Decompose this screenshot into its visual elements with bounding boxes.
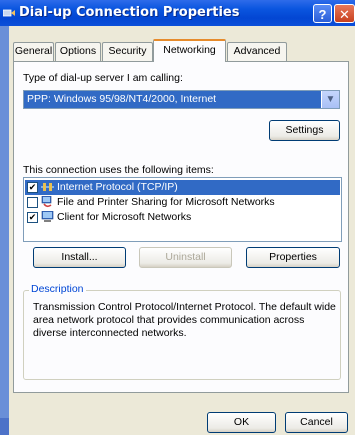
dialup-connection-icon [3, 9, 15, 17]
window-frame-left [0, 26, 9, 435]
tab-general[interactable]: General [13, 42, 54, 61]
list-item[interactable]: ✔ Internet Protocol (TCP/IP) [25, 180, 340, 195]
help-button[interactable]: ? [313, 4, 332, 23]
checkbox[interactable]: ✔ [27, 212, 38, 223]
title-bar[interactable]: Dial-up Connection Properties ? ✕ [0, 0, 355, 26]
components-label: This connection uses the following items… [23, 164, 214, 176]
list-item-label: File and Printer Sharing for Microsoft N… [57, 196, 275, 208]
network-client-icon [41, 211, 54, 222]
list-item[interactable]: File and Printer Sharing for Microsoft N… [25, 195, 340, 210]
file-printer-sharing-icon [41, 196, 52, 208]
description-text: Transmission Control Protocol/Internet P… [33, 301, 336, 339]
checkbox[interactable]: ✔ [27, 182, 38, 193]
description-title: Description [29, 283, 86, 295]
server-type-label: Type of dial-up server I am calling: [23, 72, 183, 84]
components-list[interactable]: ✔ Internet Protocol (TCP/IP) File and Pr… [23, 177, 342, 242]
window-frame-corner [0, 418, 9, 435]
ok-button[interactable]: OK [207, 412, 276, 433]
list-item-label: Client for Microsoft Networks [57, 211, 192, 223]
list-item[interactable]: ✔ Client for Microsoft Networks [25, 210, 340, 225]
tab-networking[interactable]: Networking [153, 39, 226, 62]
checkbox[interactable] [27, 197, 38, 208]
close-button[interactable]: ✕ [334, 4, 355, 23]
cancel-button[interactable]: Cancel [285, 412, 348, 433]
tab-advanced[interactable]: Advanced [227, 42, 287, 61]
install-button[interactable]: Install... [33, 247, 126, 268]
tab-options[interactable]: Options [55, 42, 101, 61]
chevron-down-icon[interactable]: ▼ [321, 91, 339, 108]
window-title: Dial-up Connection Properties [19, 5, 240, 20]
list-item-label: Internet Protocol (TCP/IP) [57, 181, 178, 193]
server-type-dropdown[interactable]: PPP: Windows 95/98/NT4/2000, Internet ▼ [23, 90, 340, 109]
tab-security[interactable]: Security [102, 42, 153, 61]
properties-button[interactable]: Properties [246, 247, 340, 268]
network-protocol-icon [41, 183, 54, 191]
uninstall-button[interactable]: Uninstall [139, 247, 232, 268]
settings-button[interactable]: Settings [269, 120, 340, 141]
server-type-value: PPP: Windows 95/98/NT4/2000, Internet [27, 93, 217, 105]
